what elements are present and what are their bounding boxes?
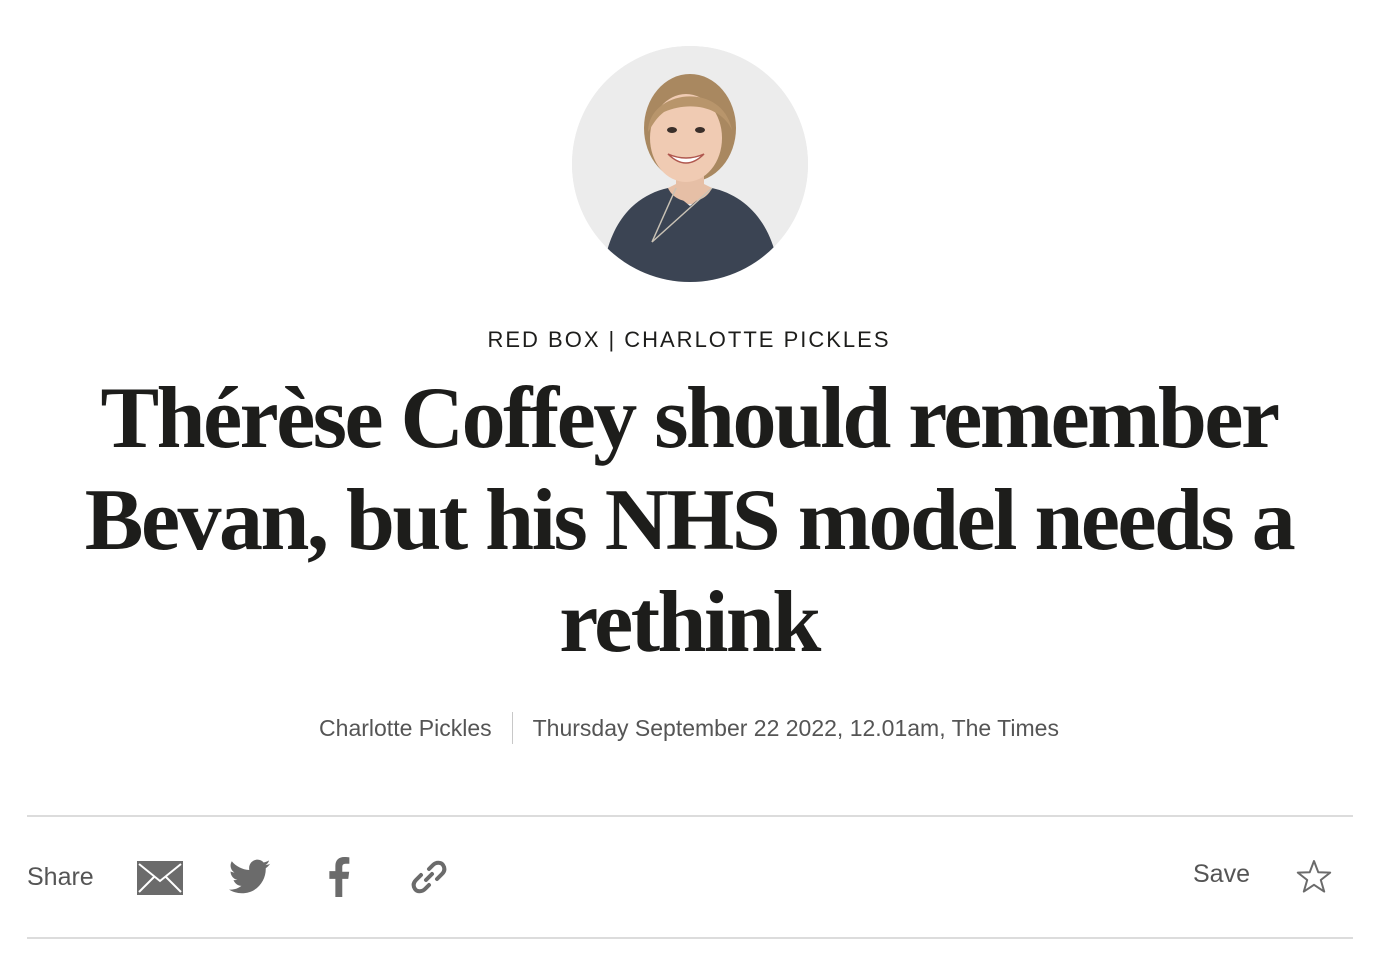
copy-link-button[interactable] [411, 859, 447, 895]
share-label: Share [27, 863, 94, 891]
author-avatar [572, 46, 808, 282]
section-name[interactable]: RED BOX [487, 327, 600, 352]
headline-line: rethink [559, 574, 821, 671]
article-header: RED BOX | CHARLOTTE PICKLES Thérèse Coffey… [0, 0, 1378, 956]
byline-dateline: Thursday September 22 2022, 12.01am, The… [532, 715, 1059, 741]
star-icon [1296, 860, 1332, 893]
author-portrait-image [572, 46, 808, 282]
facebook-icon [329, 857, 350, 897]
facebook-share-button[interactable] [327, 857, 351, 897]
headline-line: Thérèse Coffey should remember [100, 370, 1280, 467]
share-bar-bottom-rule [27, 937, 1353, 939]
author-tag[interactable]: CHARLOTTE PICKLES [624, 327, 890, 352]
article-headline: Thérèse Coffey should remember Bevan, bu… [40, 368, 1338, 674]
byline-divider [511, 711, 513, 744]
email-icon [137, 861, 183, 895]
headline-line: Bevan, but his NHS model needs a [84, 472, 1296, 569]
save-star-button[interactable] [1295, 858, 1333, 896]
save-label[interactable]: Save [1193, 858, 1250, 890]
byline: Charlotte Pickles Thursday September 22 2… [0, 710, 1378, 746]
share-bar: Share Save [27, 817, 1353, 937]
byline-author[interactable]: Charlotte Pickles [319, 715, 492, 741]
twitter-share-button[interactable] [229, 858, 271, 896]
section-label: RED BOX | CHARLOTTE PICKLES [0, 326, 1378, 354]
link-icon [411, 860, 447, 894]
twitter-icon [229, 859, 271, 894]
section-separator: | [608, 327, 617, 352]
email-share-button[interactable] [137, 861, 183, 895]
